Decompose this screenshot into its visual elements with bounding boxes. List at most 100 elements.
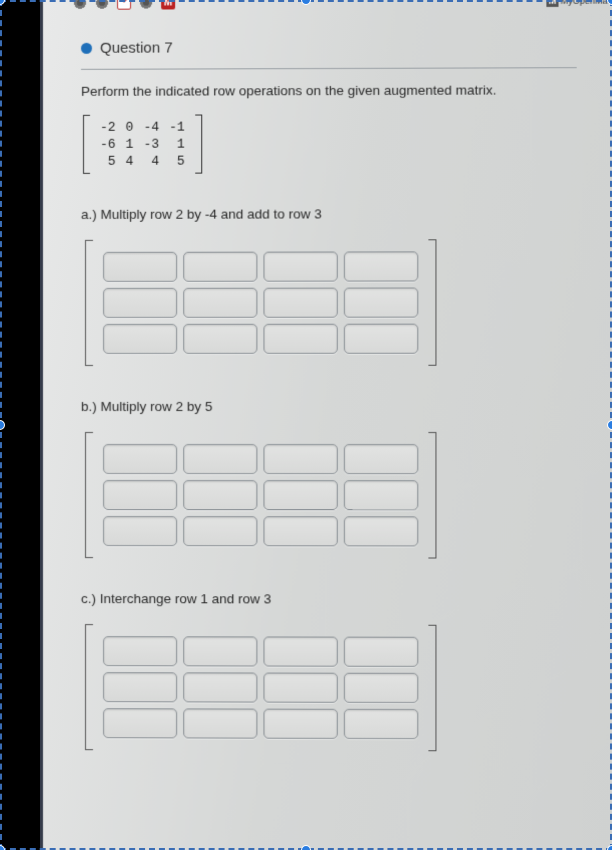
matrix-bracket-right: [195, 115, 202, 174]
answer-row: [103, 480, 418, 510]
answer-table: [97, 438, 424, 552]
matrix-row: -2 0 -4 -1: [95, 119, 190, 136]
page-frame: M M MyOpenMath Question 7 Perform the in…: [40, 0, 612, 850]
selection-handle[interactable]: [0, 845, 5, 850]
answer-cell-input[interactable]: [103, 708, 177, 738]
browser-tab-strip: M M MyOpenMath: [43, 0, 612, 10]
answer-cell-input[interactable]: [263, 673, 337, 703]
answer-cell-input[interactable]: [344, 324, 418, 354]
answer-cell-input[interactable]: [183, 636, 257, 666]
matrix-cell: -6: [95, 136, 121, 153]
answer-cell-input[interactable]: [344, 287, 418, 317]
matrix-row: 5 4 4 5: [95, 153, 190, 170]
matrix-bracket-right: [428, 239, 436, 365]
answer-cell-input[interactable]: [183, 324, 257, 354]
site-tab[interactable]: M MyOpenMath: [546, 0, 612, 7]
part-a-label: a.) Multiply row 2 by -4 and add to row …: [81, 206, 577, 222]
question-status-dot: [81, 43, 92, 54]
answer-table: [97, 630, 424, 745]
answer-cell-input[interactable]: [344, 709, 418, 739]
matrix-cell: 4: [139, 153, 165, 170]
matrix-bracket-left: [83, 115, 90, 174]
part-b-label: b.) Multiply row 2 by 5: [81, 399, 577, 414]
part-b: b.) Multiply row 2 by 5: [81, 399, 577, 568]
answer-cell-input[interactable]: [263, 636, 337, 666]
part-c: c.) Interchange row 1 and row 3: [81, 591, 577, 761]
answer-row: [103, 287, 418, 317]
selection-handle[interactable]: [0, 420, 5, 430]
question-number: Question 7: [100, 40, 173, 57]
part-c-label: c.) Interchange row 1 and row 3: [81, 591, 577, 607]
part-a: a.) Multiply row 2 by -4 and add to row …: [81, 206, 577, 375]
answer-table: [97, 245, 424, 360]
answer-cell-input[interactable]: [263, 252, 337, 282]
answer-cell-input[interactable]: [263, 288, 337, 318]
answer-cell-input[interactable]: [183, 252, 257, 282]
answer-cell-input[interactable]: [103, 252, 177, 282]
answer-cell-input[interactable]: [344, 516, 418, 546]
answer-cell-input[interactable]: [183, 444, 257, 474]
settings-icon: [139, 0, 153, 10]
matrix-cell: -3: [139, 136, 165, 153]
question-prompt: Perform the indicated row operations on …: [81, 82, 577, 99]
matrix-cell: 0: [121, 119, 139, 136]
selection-handle[interactable]: [0, 0, 5, 5]
matrix-cell: -2: [95, 119, 121, 136]
question-header: Question 7: [81, 38, 577, 70]
answer-cell-input[interactable]: [183, 480, 257, 510]
answer-cell-input[interactable]: [103, 516, 177, 546]
matrix-bracket-right: [428, 432, 436, 558]
answer-cell-input[interactable]: [344, 251, 418, 281]
answer-cell-input[interactable]: [263, 709, 337, 739]
matrix-cell: 4: [121, 153, 139, 170]
matrix-bracket-right: [428, 625, 436, 752]
matrix-cell: -1: [164, 119, 190, 136]
answer-cell-input[interactable]: [103, 672, 177, 702]
matrix-cell: 1: [121, 136, 139, 153]
answer-cell-input[interactable]: [183, 288, 257, 318]
mail-icon: [117, 0, 131, 10]
matrix-cell: 5: [95, 153, 121, 170]
answer-cell-input[interactable]: [103, 324, 177, 354]
answer-cell-input[interactable]: [103, 288, 177, 318]
m-icon: M: [161, 0, 175, 10]
matrix-bracket-left: [85, 432, 93, 558]
answer-cell-input[interactable]: [263, 444, 337, 474]
settings-icon: [73, 0, 87, 10]
matrix-cell: -4: [139, 119, 165, 136]
matrix-table: -2 0 -4 -1 -6 1 -3 1 5 4 4 5: [95, 119, 190, 170]
answer-cell-input[interactable]: [183, 672, 257, 702]
answer-row: [103, 708, 418, 739]
answer-row: [103, 251, 418, 282]
question-content: Question 7 Perform the indicated row ope…: [53, 18, 605, 850]
answer-cell-input[interactable]: [103, 444, 177, 474]
matrix-cell: 1: [164, 136, 190, 153]
answer-row: [103, 516, 418, 546]
answer-cell-input[interactable]: [344, 444, 418, 474]
answer-row: [103, 444, 418, 474]
answer-cell-input[interactable]: [103, 636, 177, 666]
answer-cell-input[interactable]: [344, 480, 418, 510]
site-favicon: M: [546, 0, 558, 7]
answer-cell-input[interactable]: [183, 516, 257, 546]
answer-cell-input[interactable]: [263, 480, 337, 510]
answer-cell-input[interactable]: [344, 673, 418, 703]
matrix-row: -6 1 -3 1: [95, 136, 190, 153]
answer-cell-input[interactable]: [344, 637, 418, 667]
site-tab-label: MyOpenMath: [561, 0, 612, 6]
answer-cell-input[interactable]: [263, 516, 337, 546]
answer-row: [103, 672, 418, 703]
answer-matrix-a: [81, 235, 440, 370]
settings-icon: [95, 0, 109, 10]
answer-cell-input[interactable]: [183, 708, 257, 738]
answer-matrix-c: [81, 620, 440, 755]
matrix-bracket-left: [85, 240, 93, 366]
answer-cell-input[interactable]: [103, 480, 177, 510]
matrix-cell: 5: [164, 153, 190, 170]
answer-matrix-b: [81, 428, 440, 563]
answer-row: [103, 636, 418, 667]
given-matrix: -2 0 -4 -1 -6 1 -3 1 5 4 4 5: [81, 113, 204, 176]
matrix-bracket-left: [85, 624, 93, 750]
answer-cell-input[interactable]: [263, 324, 337, 354]
answer-row: [103, 324, 418, 354]
